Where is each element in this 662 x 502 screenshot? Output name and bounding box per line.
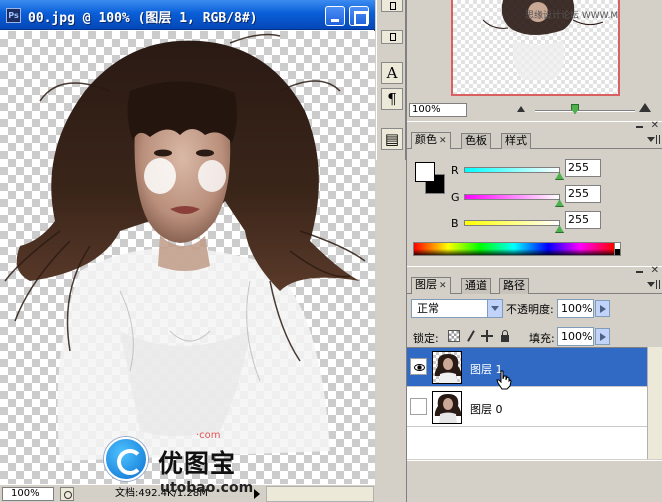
navigator-zoom-field[interactable]: 100% (409, 103, 467, 117)
panel-menu-icon[interactable] (647, 135, 660, 145)
layer-thumbnail (432, 351, 462, 384)
utobao-logo-icon (104, 437, 148, 481)
green-channel-slider[interactable] (464, 194, 560, 200)
tool-presets-icon[interactable] (381, 30, 403, 44)
lock-all-icon[interactable] (499, 330, 511, 342)
red-channel-label: R (451, 164, 459, 177)
watermark-red-text: ·com (196, 430, 221, 441)
woman-portrait-image (4, 33, 366, 461)
hand-cursor-icon (496, 370, 512, 390)
blue-channel-field[interactable]: 255 (565, 211, 601, 229)
fill-label: 填充: (529, 332, 555, 345)
lock-position-icon[interactable] (481, 330, 493, 342)
watermark-brand: 优图宝 (158, 449, 237, 478)
red-channel-slider[interactable] (464, 167, 560, 173)
zoom-in-icon[interactable] (639, 103, 651, 112)
tab-close-icon[interactable]: ✕ (439, 281, 447, 291)
tab-close-icon[interactable]: ✕ (439, 136, 447, 146)
panel-minimize-icon[interactable] (636, 126, 643, 128)
navigator-zoom-slider-thumb[interactable] (571, 104, 579, 114)
layers-panel-footer (407, 460, 662, 502)
palette-dock-strip: A ¶ ▤ (376, 0, 406, 160)
layer-thumbnail (432, 391, 462, 424)
lock-label: 锁定: (413, 332, 439, 345)
layers-panel-tabs: 图层 ✕ 通道 路径 (407, 276, 662, 294)
opacity-label: 不透明度: (506, 303, 554, 316)
status-info-icon[interactable] (60, 487, 74, 501)
tab-color[interactable]: 颜色 ✕ (411, 132, 451, 149)
minimize-button[interactable] (325, 6, 345, 26)
character-panel-icon[interactable]: A (381, 62, 403, 84)
maximize-button[interactable] (349, 6, 369, 26)
paragraph-panel-icon[interactable]: ¶ (381, 88, 403, 110)
green-channel-label: G (451, 191, 460, 204)
panel-minimize-icon[interactable] (636, 271, 643, 273)
eye-hidden-icon[interactable] (410, 398, 427, 415)
color-panel-header[interactable]: ✕ (407, 120, 662, 131)
color-spectrum-bar[interactable] (413, 242, 615, 256)
layer-list-scrollbar[interactable] (647, 347, 662, 459)
tab-styles[interactable]: 样式 (501, 133, 531, 149)
green-channel-field[interactable]: 255 (565, 185, 601, 203)
watermark-url: utobao.com (160, 480, 254, 496)
lock-transparent-pixels-icon[interactable] (448, 330, 460, 342)
chevron-down-icon[interactable] (487, 300, 502, 317)
black-white-swatch[interactable] (615, 242, 621, 256)
layer-thumbnail-image (434, 354, 461, 383)
layers-panel-header[interactable]: ✕ (407, 265, 662, 276)
blend-mode-value: 正常 (417, 302, 439, 315)
fill-slider-arrow-icon[interactable] (595, 328, 610, 345)
tab-paths[interactable]: 路径 (499, 278, 529, 294)
layer-row-0[interactable]: 图层 0 (407, 388, 647, 427)
horizontal-scrollbar[interactable] (266, 486, 374, 502)
eye-icon[interactable] (410, 358, 427, 375)
color-panel-body: R 255 G 255 B 255 (407, 150, 662, 262)
lock-image-pixels-icon[interactable] (465, 330, 477, 342)
blend-mode-select[interactable]: 正常 (411, 299, 503, 318)
red-channel-thumb[interactable] (555, 172, 564, 180)
red-channel-field[interactable]: 255 (565, 159, 601, 177)
panel-menu-icon[interactable] (647, 280, 660, 290)
foreground-color-swatch[interactable] (415, 162, 435, 182)
green-channel-thumb[interactable] (555, 199, 564, 207)
layer-comps-icon[interactable]: ▤ (381, 128, 403, 150)
blue-channel-slider[interactable] (464, 220, 560, 226)
navigator-preview[interactable]: 思缘设计论坛 WWW.MISSYUAN.COM (451, 0, 620, 96)
document-title: 00.jpg @ 100% (图层 1, RGB/8#) (28, 11, 258, 26)
blue-channel-label: B (451, 217, 459, 230)
navigator-watermark: 思缘设计论坛 WWW.MISSYUAN.COM (525, 11, 620, 21)
color-panel-tabs: 颜色 ✕ 色板 样式 (407, 131, 662, 149)
tab-channels[interactable]: 通道 (461, 278, 491, 294)
layer-thumbnail-image (434, 394, 461, 423)
right-panels: 思缘设计论坛 WWW.MISSYUAN.COM 100% ✕ 颜色✕ 色板 样式… (406, 0, 662, 502)
document-titlebar[interactable]: Ps 00.jpg @ 100% (图层 1, RGB/8#) (0, 0, 375, 30)
photoshop-doc-icon: Ps (6, 8, 21, 23)
document-window: Ps 00.jpg @ 100% (图层 1, RGB/8#) 100% 文档:… (0, 0, 375, 502)
opacity-slider-arrow-icon[interactable] (595, 300, 610, 317)
opacity-field[interactable]: 100% (557, 299, 594, 318)
navigator-zoom-slider[interactable] (535, 110, 635, 112)
image-canvas[interactable] (0, 31, 375, 484)
fill-field[interactable]: 100% (557, 327, 594, 346)
status-zoom-field[interactable]: 100% (2, 487, 54, 501)
zoom-out-icon[interactable] (517, 106, 525, 112)
tab-swatches[interactable]: 色板 (461, 133, 491, 149)
layer-list: 图层 1 图层 0 (407, 347, 647, 459)
tab-layers[interactable]: 图层 ✕ (411, 277, 451, 294)
status-menu-arrow-icon[interactable] (252, 488, 262, 500)
clone-source-icon[interactable] (381, 0, 403, 12)
blue-channel-thumb[interactable] (555, 225, 564, 233)
layer-name: 图层 0 (470, 403, 503, 416)
layer-row-1[interactable]: 图层 1 (407, 348, 647, 387)
